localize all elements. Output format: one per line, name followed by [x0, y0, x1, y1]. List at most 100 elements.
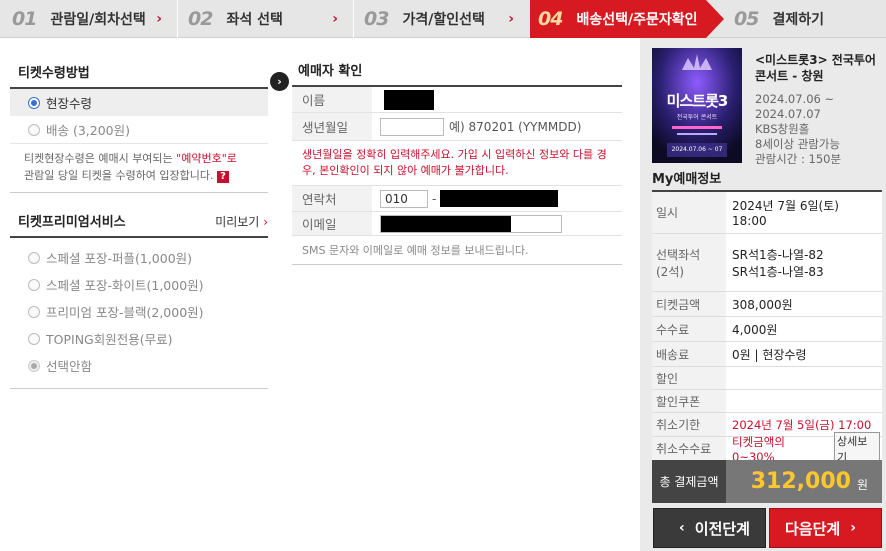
- redacted-name: [384, 89, 434, 110]
- row-value: 308,000원: [732, 298, 793, 312]
- premium-option-purple[interactable]: 스페셜 포장-퍼플(1,000원): [10, 244, 268, 271]
- cancel-fee: 티켓금액의 0~30%: [732, 434, 785, 464]
- premium-option-none[interactable]: 선택안함: [10, 352, 268, 379]
- option-label: 프리미엄 포장-블랙(2,000원): [46, 305, 204, 320]
- event-info: <미스트롯3> 전국투어 콘서트 - 창원 2024.07.06 ~ 2024.…: [755, 52, 883, 167]
- step-4-active: 04 배송선택/주문자확인: [530, 0, 724, 38]
- table-row: 선택좌석 (2석) SR석1층-나열-82 SR석1층-나열-83: [652, 234, 882, 292]
- table-row: 취소수수료 티켓금액의 0~30% 상세보기: [652, 431, 882, 466]
- booker-confirm-form: 예매자 확인 이름 생년월일 예) 870201 (YYMMDD) 생년월일을 …: [292, 48, 622, 265]
- delivery-option-onsite[interactable]: 현장수령: [10, 89, 268, 116]
- chevron-right-icon: ›: [850, 520, 856, 536]
- left-panel: 티켓수령방법 현장수령 배송 (3,200원) 티켓현장수령은 예매시 부여되는…: [10, 48, 268, 389]
- step-label: 결제하기: [772, 12, 824, 28]
- preview-link[interactable]: 미리보기 ›: [215, 213, 268, 230]
- step-label: 관람일/회차선택: [50, 12, 146, 28]
- table-row: 할인: [652, 367, 882, 390]
- event-runtime: 관람시간 : 150분: [755, 152, 842, 166]
- birth-row: 생년월일 예) 870201 (YYMMDD): [292, 113, 622, 141]
- step-2[interactable]: 02 좌석 선택 ›: [178, 0, 354, 38]
- row-value: [726, 367, 882, 389]
- poster-title: 전국투어 콘서트: [676, 114, 718, 121]
- onsite-pickup-note: 티켓현장수령은 예매시 부여되는 "예약번호"로 관람일 당일 티켓을 수령하여…: [10, 143, 268, 193]
- step-progress-bar: 01 관람일/회차선택 › 02 좌석 선택 › 03 가격/할인선택 › 04…: [0, 0, 886, 38]
- booker-title: 예매자 확인: [292, 48, 622, 87]
- option-label: TOPING회원전용(무료): [46, 332, 173, 347]
- note-text: 티켓현장수령은 예매시 부여되는: [24, 152, 177, 165]
- step-3[interactable]: 03 가격/할인선택 ›: [354, 0, 530, 38]
- chevron-right-icon: ›: [508, 11, 514, 27]
- row-value: SR석1층-나열-82 SR석1층-나열-83: [732, 247, 824, 279]
- step-number: 05: [734, 8, 759, 30]
- option-label: 선택안함: [46, 359, 93, 374]
- total-label: 총 결제금액: [652, 460, 726, 503]
- row-key: 배송료: [652, 342, 726, 366]
- row-key: 할인: [652, 367, 726, 389]
- my-booking-table: 일시 2024년 7월 6일(토) 18:00 선택좌석 (2석) SR석1층-…: [652, 190, 882, 466]
- birth-warning: 생년월일을 정확히 입력해주세요. 가입 시 입력하신 정보와 다를 경우, 본…: [292, 141, 622, 186]
- phone-label: 연락처: [292, 186, 372, 211]
- row-key: 선택좌석 (2석): [652, 234, 726, 291]
- chevron-right-icon: ›: [156, 11, 162, 27]
- row-value: 2024년 7월 6일(토) 18:00: [732, 199, 839, 228]
- sms-note: SMS 문자와 이메일로 예매 정보를 보내드립니다.: [292, 236, 622, 265]
- preview-label: 미리보기: [215, 215, 260, 229]
- step-number: 04: [538, 8, 563, 30]
- booking-summary-panel: 미스트롯3 전국투어 콘서트 2024.07.06 ~ 07 <미스트롯3> 전…: [640, 38, 886, 551]
- step-1[interactable]: 01 관람일/회차선택 ›: [0, 0, 178, 38]
- next-step-button[interactable]: 다음단계 ›: [769, 508, 882, 548]
- radio-button[interactable]: [28, 359, 40, 372]
- row-value: 4,000원: [732, 323, 778, 337]
- row-value: 0원 | 현장수령: [732, 348, 807, 362]
- chevron-right-icon[interactable]: ›: [270, 72, 289, 91]
- name-label: 이름: [292, 87, 372, 112]
- step-label: 가격/할인선택: [402, 12, 485, 28]
- phone-prefix-select[interactable]: 010: [380, 189, 428, 208]
- radio-button[interactable]: [28, 278, 40, 291]
- radio-button[interactable]: [28, 332, 40, 345]
- event-poster: 미스트롯3 전국투어 콘서트 2024.07.06 ~ 07: [652, 48, 742, 163]
- premium-option-toping[interactable]: TOPING회원전용(무료): [10, 325, 268, 352]
- option-label: 스페셜 포장-퍼플(1,000원): [46, 251, 193, 266]
- option-label: 스페셜 포장-화이트(1,000원): [46, 278, 204, 293]
- birth-label: 생년월일: [292, 113, 372, 140]
- radio-button[interactable]: [28, 96, 40, 109]
- table-row: 배송료 0원 | 현장수령: [652, 342, 882, 367]
- delivery-option-shipping[interactable]: 배송 (3,200원): [10, 116, 268, 143]
- section-title-text: 티켓프리미엄서비스: [18, 215, 126, 230]
- chevron-left-icon: ‹: [679, 520, 685, 536]
- step-number: 03: [364, 8, 389, 30]
- poster-date: 2024.07.06 ~ 07: [671, 146, 723, 153]
- row-value: [726, 390, 882, 412]
- step-number: 01: [12, 8, 37, 30]
- option-label: 배송 (3,200원): [46, 123, 131, 138]
- email-row: 이메일: [292, 212, 622, 236]
- event-venue: KBS창원홀: [755, 122, 810, 136]
- row-key: 티켓금액: [652, 292, 726, 316]
- phone-number-input[interactable]: [440, 190, 559, 207]
- radio-button[interactable]: [28, 123, 40, 136]
- table-row: 일시 2024년 7월 6일(토) 18:00: [652, 192, 882, 234]
- row-key: 할인쿠폰: [652, 390, 726, 412]
- step-number: 02: [188, 8, 213, 30]
- button-label: 이전단계: [694, 519, 750, 538]
- name-row: 이름: [292, 87, 622, 113]
- step-label: 배송선택/주문자확인: [576, 12, 698, 28]
- prev-step-button[interactable]: ‹ 이전단계: [653, 508, 766, 548]
- button-label: 다음단계: [785, 519, 841, 538]
- radio-button[interactable]: [28, 305, 40, 318]
- email-input[interactable]: [380, 214, 562, 233]
- note-text: 관람일 당일 티켓을 수령하여 입장합니다.: [24, 169, 214, 182]
- premium-option-white[interactable]: 스페셜 포장-화이트(1,000원): [10, 271, 268, 298]
- radio-button[interactable]: [28, 251, 40, 264]
- total-amount: 312,000: [750, 469, 851, 494]
- premium-service-title: 티켓프리미엄서비스 미리보기 ›: [10, 197, 268, 238]
- birth-input[interactable]: [380, 117, 444, 136]
- premium-option-black[interactable]: 프리미엄 포장-블랙(2,000원): [10, 298, 268, 325]
- step-5: 05 결제하기: [706, 0, 886, 38]
- my-booking-title: My예매정보: [652, 172, 722, 187]
- help-icon[interactable]: ?: [217, 171, 230, 183]
- option-label: 현장수령: [46, 96, 93, 111]
- step-label: 좌석 선택: [226, 12, 283, 28]
- event-age: 8세이상 관람가능: [755, 137, 841, 151]
